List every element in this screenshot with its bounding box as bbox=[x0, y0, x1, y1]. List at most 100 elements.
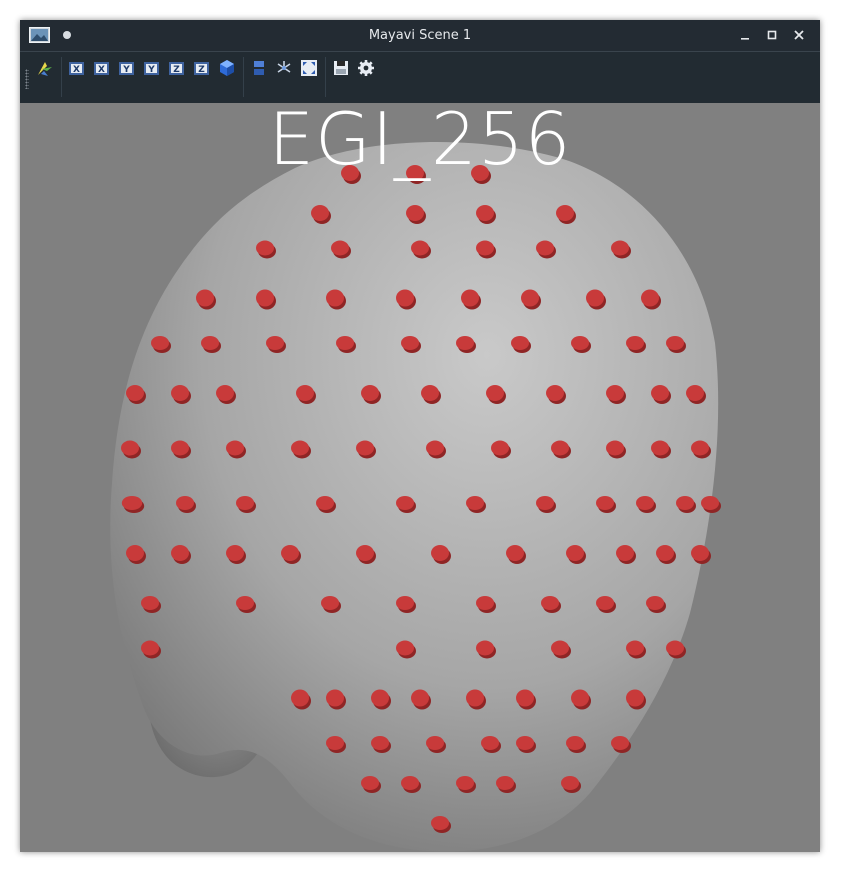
parallel-projection-icon[interactable] bbox=[250, 59, 268, 77]
electrode-marker bbox=[326, 689, 344, 707]
electrode-marker bbox=[666, 336, 684, 350]
electrode-marker bbox=[551, 440, 569, 456]
electrode-marker bbox=[291, 440, 309, 456]
electrode-marker bbox=[426, 440, 444, 456]
electrode-marker bbox=[201, 336, 219, 350]
head-surface-render bbox=[110, 141, 721, 852]
electrode-marker bbox=[256, 289, 274, 307]
electrode-marker bbox=[371, 689, 389, 707]
save-scene-icon[interactable] bbox=[332, 59, 350, 77]
electrode-marker bbox=[651, 385, 669, 401]
electrode-marker bbox=[266, 336, 284, 350]
toolbar-grip[interactable] bbox=[25, 69, 29, 89]
electrode-marker bbox=[396, 289, 414, 307]
title-bar[interactable]: Mayavi Scene 1 bbox=[20, 20, 820, 51]
maximize-icon[interactable] bbox=[764, 27, 780, 43]
electrode-marker bbox=[176, 496, 194, 510]
electrode-marker bbox=[516, 736, 534, 750]
view-minus-z-icon[interactable]: Z bbox=[193, 59, 211, 77]
toolbar-separator bbox=[325, 57, 326, 97]
electrode-marker bbox=[626, 640, 644, 656]
electrode-marker bbox=[406, 205, 424, 221]
electrode-marker bbox=[256, 240, 274, 256]
isometric-view-icon[interactable] bbox=[218, 59, 236, 77]
view-plus-y-icon[interactable]: Y bbox=[118, 59, 136, 77]
electrode-marker bbox=[431, 816, 449, 830]
electrode-marker bbox=[611, 240, 629, 256]
scene-title-label: EGI_256 bbox=[268, 103, 572, 181]
electrode-marker bbox=[336, 336, 354, 350]
electrode-marker bbox=[701, 496, 719, 510]
electrode-marker bbox=[656, 545, 674, 561]
toolbar-separator bbox=[61, 57, 62, 97]
view-minus-y-icon[interactable]: Y bbox=[143, 59, 161, 77]
electrode-marker bbox=[596, 596, 614, 610]
electrode-marker bbox=[616, 545, 634, 561]
electrode-marker bbox=[476, 205, 494, 221]
electrode-marker bbox=[236, 496, 254, 510]
view-minus-x-icon[interactable]: X bbox=[93, 59, 111, 77]
electrode-marker bbox=[141, 640, 159, 656]
electrode-marker bbox=[651, 440, 669, 456]
electrode-marker bbox=[431, 545, 449, 561]
configure-scene-icon[interactable] bbox=[357, 59, 375, 77]
electrode-marker bbox=[396, 596, 414, 610]
electrode-marker bbox=[396, 496, 414, 510]
svg-text:X: X bbox=[98, 65, 105, 75]
electrode-marker bbox=[571, 689, 589, 707]
electrode-marker bbox=[551, 640, 569, 656]
view-plus-z-icon[interactable]: Z bbox=[168, 59, 186, 77]
electrode-marker bbox=[491, 440, 509, 456]
electrode-marker bbox=[356, 440, 374, 456]
electrode-marker bbox=[691, 440, 709, 456]
electrode-marker bbox=[686, 385, 704, 401]
electrode-marker bbox=[371, 736, 389, 750]
electrode-marker bbox=[226, 440, 244, 456]
minimize-icon[interactable] bbox=[737, 27, 753, 43]
toolbar-separator bbox=[243, 57, 244, 97]
electrode-marker bbox=[151, 336, 169, 350]
electrode-marker bbox=[466, 496, 484, 510]
svg-text:Y: Y bbox=[122, 65, 130, 75]
electrode-marker bbox=[396, 640, 414, 656]
electrode-marker bbox=[326, 289, 344, 307]
electrode-marker bbox=[496, 776, 514, 790]
electrode-marker bbox=[121, 440, 139, 456]
electrode-marker bbox=[571, 336, 589, 350]
scene-toolbar: X X Y Y Z Z bbox=[20, 51, 820, 103]
electrode-marker bbox=[411, 240, 429, 256]
electrode-marker bbox=[636, 496, 654, 510]
electrode-marker bbox=[476, 640, 494, 656]
electrode-marker bbox=[541, 596, 559, 610]
window-title: Mayavi Scene 1 bbox=[368, 28, 472, 43]
electrode-marker bbox=[586, 289, 604, 307]
electrode-marker bbox=[461, 289, 479, 307]
electrode-marker bbox=[561, 776, 579, 790]
electrode-marker bbox=[296, 385, 314, 401]
electrode-marker bbox=[536, 240, 554, 256]
electrode-marker bbox=[316, 496, 334, 510]
svg-text:Y: Y bbox=[147, 65, 155, 75]
mayavi-window: Mayavi Scene 1 X X Y Y Z Z EGI_256 bbox=[20, 20, 820, 852]
electrode-marker bbox=[121, 496, 143, 510]
electrode-marker bbox=[546, 385, 564, 401]
electrode-marker bbox=[326, 736, 344, 750]
electrode-marker bbox=[516, 689, 534, 707]
electrode-marker bbox=[196, 289, 214, 307]
electrode-marker bbox=[281, 545, 299, 561]
axes-indicator-icon[interactable] bbox=[275, 59, 293, 77]
electrode-marker bbox=[291, 689, 309, 707]
electrode-marker bbox=[626, 689, 644, 707]
view-plus-x-icon[interactable]: X bbox=[68, 59, 86, 77]
electrode-marker bbox=[361, 776, 379, 790]
render-viewport[interactable]: EGI_256 bbox=[20, 103, 820, 852]
close-icon[interactable] bbox=[791, 27, 807, 43]
full-screen-icon[interactable] bbox=[300, 59, 318, 77]
electrode-marker bbox=[321, 596, 339, 610]
electrode-marker bbox=[456, 336, 474, 350]
mayavi-engine-icon[interactable] bbox=[36, 59, 54, 77]
electrode-marker bbox=[421, 385, 439, 401]
electrode-marker bbox=[566, 545, 584, 561]
svg-text:X: X bbox=[73, 65, 80, 75]
electrode-marker bbox=[511, 336, 529, 350]
